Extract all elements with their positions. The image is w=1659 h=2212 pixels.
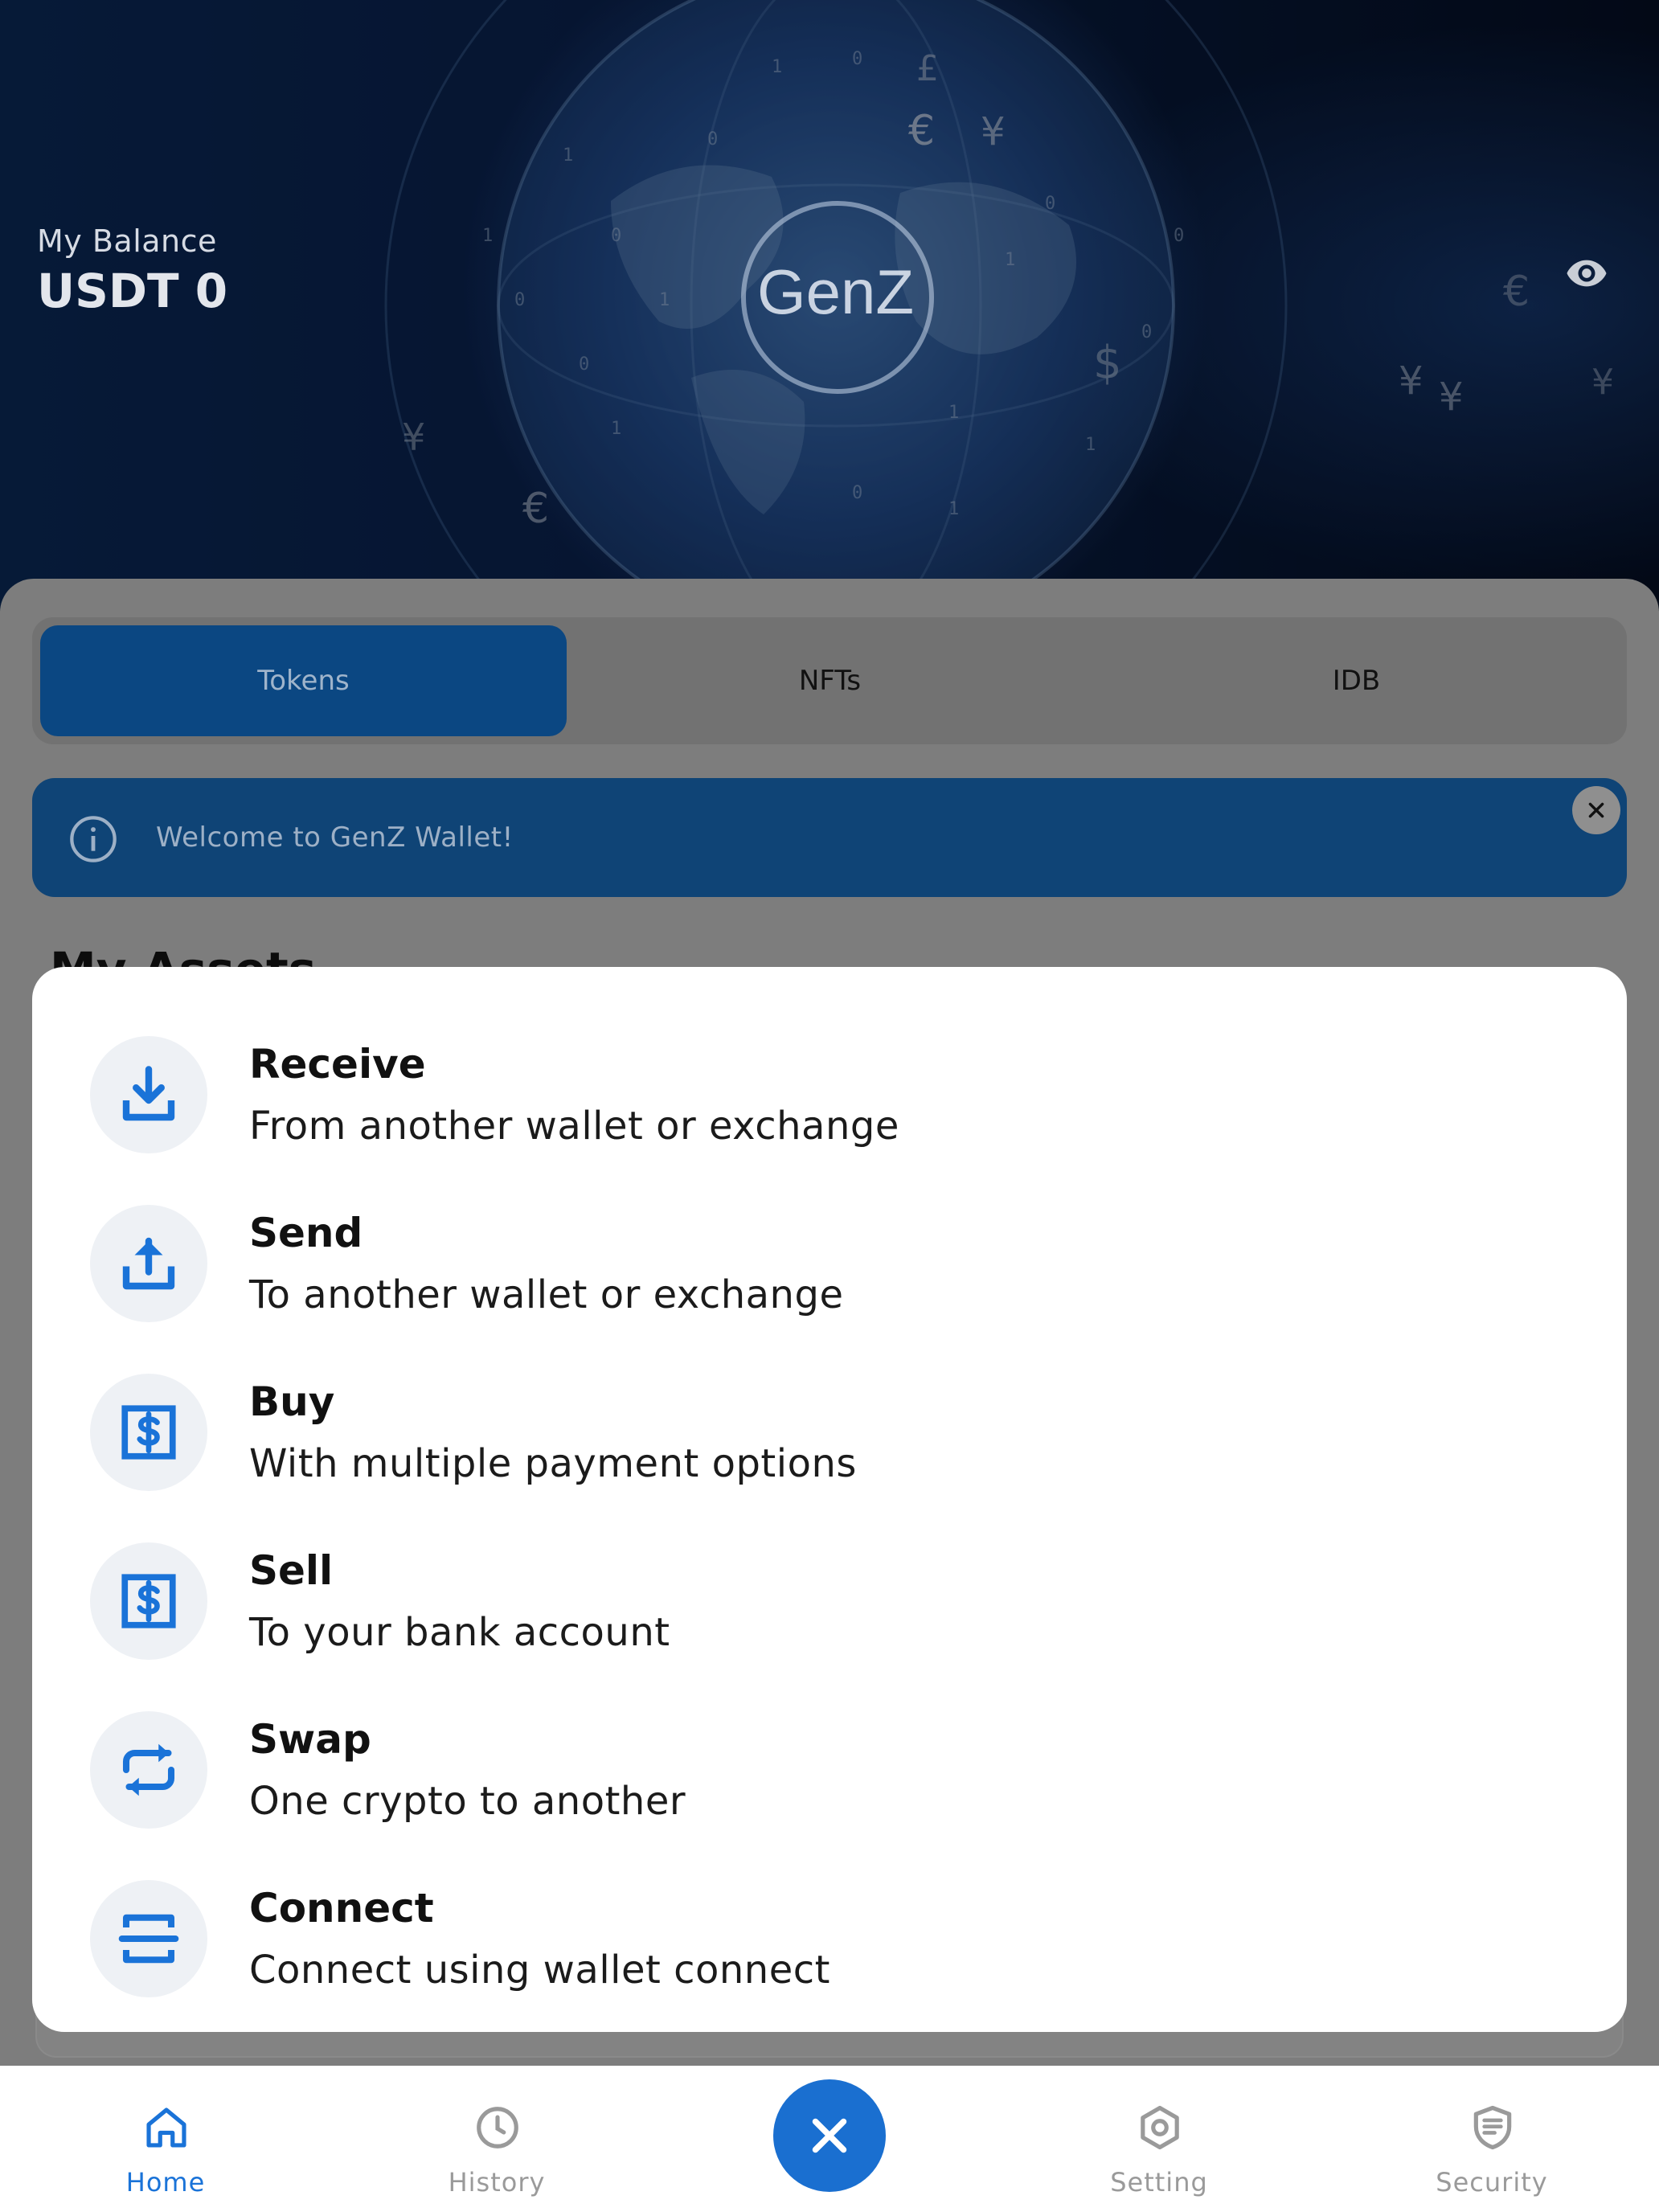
svg-text:1: 1 (772, 57, 782, 77)
balance-header: € ¥ £ € ¥ ¥ ¥ ¥ € $ 101 010 101 010 101 … (0, 0, 1659, 611)
svg-text:0: 0 (852, 49, 862, 69)
nav-security[interactable]: Security (1411, 2103, 1572, 2199)
download-icon (122, 1066, 175, 1121)
svg-text:¥: ¥ (402, 416, 425, 459)
svg-text:€: € (522, 485, 549, 533)
genz-logo: GenZ (757, 256, 915, 327)
close-actions-button[interactable] (773, 2079, 886, 2192)
settings-icon (1141, 2105, 1179, 2150)
action-title: Buy (249, 1378, 335, 1425)
svg-text:1: 1 (611, 419, 621, 439)
svg-text:0: 0 (579, 354, 589, 375)
action-sell[interactable]: Sell To your bank account (32, 1523, 1627, 1676)
upload-icon (122, 1237, 175, 1290)
action-subtitle: With multiple payment options (249, 1441, 857, 1486)
action-subtitle: Connect using wallet connect (249, 1948, 830, 1993)
nav-label: Home (125, 2167, 206, 2198)
action-icon-container (90, 1542, 207, 1660)
action-icon-container (90, 1205, 207, 1322)
svg-text:0: 0 (611, 226, 621, 246)
svg-text:¥: ¥ (1439, 375, 1464, 420)
svg-text:0: 0 (707, 129, 718, 150)
nav-home[interactable]: Home (85, 2103, 246, 2199)
svg-text:$: $ (1093, 337, 1122, 389)
svg-text:0: 0 (852, 483, 862, 503)
action-title: Receive (249, 1041, 426, 1088)
svg-text:0: 0 (514, 290, 525, 310)
svg-text:€: € (1503, 268, 1530, 316)
action-title: Connect (249, 1885, 434, 1931)
nav-label: History (448, 2167, 546, 2198)
action-icon-container (90, 1374, 207, 1491)
info-icon (70, 816, 117, 862)
svg-text:1: 1 (948, 499, 959, 519)
nav-label: Setting (1110, 2167, 1208, 2198)
svg-text:0: 0 (1174, 226, 1184, 246)
close-icon (1588, 802, 1604, 818)
svg-text:1: 1 (659, 290, 670, 310)
eye-icon[interactable] (1564, 251, 1609, 296)
action-buy[interactable]: Buy With multiple payment options (32, 1354, 1627, 1507)
action-menu: Receive From another wallet or exchange … (32, 967, 1627, 2032)
svg-text:¥: ¥ (1591, 362, 1614, 403)
action-subtitle: To another wallet or exchange (249, 1272, 844, 1317)
svg-text:0: 0 (1141, 322, 1152, 342)
banner-close-button[interactable] (1572, 786, 1620, 834)
svg-text:€: € (908, 107, 935, 155)
svg-text:1: 1 (1005, 250, 1015, 270)
action-connect[interactable]: Connect Connect using wallet connect (32, 1861, 1627, 2013)
action-icon-container (90, 1880, 207, 1997)
svg-text:0: 0 (1045, 194, 1055, 214)
nav-label: Security (1436, 2167, 1548, 2198)
svg-text:1: 1 (948, 403, 959, 423)
tab-tokens[interactable]: Tokens (40, 625, 567, 736)
action-icon-container (90, 1036, 207, 1153)
action-send[interactable]: Send To another wallet or exchange (32, 1186, 1627, 1338)
svg-text:¥: ¥ (1399, 358, 1423, 403)
action-subtitle: To your bank account (249, 1610, 670, 1655)
action-icon-container (90, 1711, 207, 1829)
tab-nfts[interactable]: NFTs (567, 625, 1093, 736)
nav-setting[interactable]: Setting (1079, 2103, 1239, 2199)
action-title: Swap (249, 1716, 371, 1763)
action-subtitle: From another wallet or exchange (249, 1104, 899, 1149)
clock-icon (477, 2107, 518, 2149)
svg-text:1: 1 (482, 226, 493, 246)
svg-text:1: 1 (1085, 435, 1096, 455)
svg-text:¥: ¥ (981, 109, 1006, 154)
nav-history[interactable]: History (416, 2103, 577, 2199)
scan-icon (118, 1914, 179, 1964)
dollar-icon (121, 1405, 176, 1460)
action-title: Send (249, 1210, 363, 1256)
home-icon (146, 2108, 186, 2148)
action-swap[interactable]: Swap One crypto to another (32, 1692, 1627, 1845)
dollar-icon (121, 1574, 176, 1628)
balance-value: USDT 0 (37, 264, 228, 318)
close-icon (812, 2118, 847, 2153)
svg-text:£: £ (916, 48, 939, 89)
balance-label: My Balance (37, 223, 217, 259)
swap-icon (122, 1743, 175, 1796)
my-assets-title: My Assets (50, 942, 317, 969)
banner-text: Welcome to GenZ Wallet! (156, 821, 514, 854)
action-title: Sell (249, 1547, 334, 1594)
svg-text:1: 1 (563, 145, 573, 166)
action-subtitle: One crypto to another (249, 1779, 686, 1824)
shield-icon (1473, 2105, 1512, 2150)
action-receive[interactable]: Receive From another wallet or exchange (32, 1017, 1627, 1169)
tab-idb[interactable]: IDB (1093, 625, 1620, 736)
